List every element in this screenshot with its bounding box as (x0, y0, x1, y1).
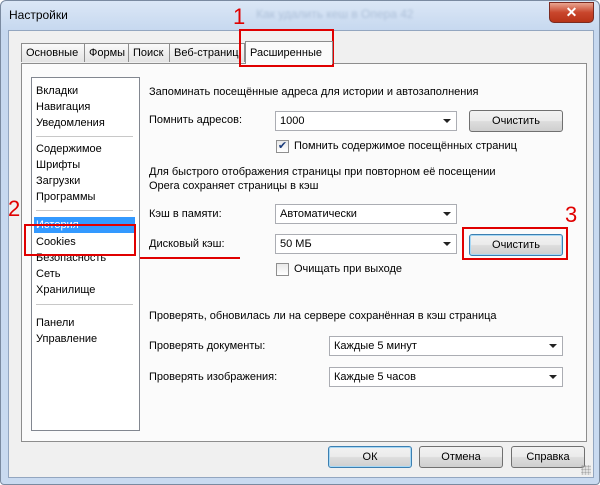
remember-addresses-label: Помнить адресов: (149, 114, 243, 126)
close-icon: ✕ (565, 4, 578, 20)
window-title: Настройки (9, 8, 68, 22)
annotation-number-3: 3 (565, 202, 578, 227)
annotation-box-history (24, 224, 136, 256)
check-images-label: Проверять изображения: (149, 371, 278, 383)
close-button[interactable]: ✕ (549, 2, 594, 23)
check-documents-label: Проверять документы: (149, 340, 266, 352)
tab-basic[interactable]: Основные (21, 43, 85, 62)
check-documents-select[interactable]: Каждые 5 минут (329, 336, 563, 356)
help-button[interactable]: Справка (511, 446, 585, 468)
annotation-box-clear-button (462, 227, 568, 260)
cache-heading-line2: Opera сохраняет страницы в кэш (149, 180, 319, 192)
remember-content-checkbox[interactable]: ✔ (276, 140, 289, 153)
sidebar-separator (36, 136, 133, 137)
check-images-select[interactable]: Каждые 5 часов (329, 367, 563, 387)
sidebar-item-programs[interactable]: Программы (34, 189, 135, 205)
sidebar-item-management[interactable]: Управление (34, 331, 135, 347)
resize-grip-icon[interactable] (581, 465, 591, 475)
sidebar-item-panels[interactable]: Панели (34, 315, 135, 331)
annotation-number-2: 2 (8, 196, 21, 221)
ok-button[interactable]: ОК (328, 446, 412, 468)
sidebar-separator (36, 210, 133, 211)
clear-history-button[interactable]: Очистить (469, 110, 563, 132)
sidebar-item-storage[interactable]: Хранилище (34, 282, 135, 298)
title-bar[interactable]: Настройки Как удалить кеш в Опера 42 ✕ (1, 1, 599, 31)
history-heading: Запоминать посещённые адреса для истории… (149, 86, 479, 98)
remember-addresses-value: 1000 (280, 115, 305, 127)
cache-heading-line1: Для быстрого отображения страницы при по… (149, 166, 496, 178)
chevron-down-icon (443, 119, 451, 123)
blurred-watermark-text: Как удалить кеш в Опера 42 (256, 7, 414, 21)
clear-on-exit-checkbox[interactable] (276, 263, 289, 276)
memory-cache-label: Кэш в памяти: (149, 208, 222, 220)
checkmark-icon: ✔ (277, 140, 288, 152)
tab-search[interactable]: Поиск (128, 43, 170, 62)
sidebar-item-downloads[interactable]: Загрузки (34, 173, 135, 189)
sidebar-item-network[interactable]: Сеть (34, 266, 135, 282)
disk-cache-label: Дисковый кэш: (149, 238, 225, 250)
tab-advanced[interactable]: Расширенные (245, 41, 333, 64)
sidebar-item-content[interactable]: Содержимое (34, 141, 135, 157)
disk-cache-value: 50 МБ (280, 238, 312, 250)
cancel-button[interactable]: Отмена (419, 446, 503, 468)
chevron-down-icon (443, 212, 451, 216)
sidebar-item-navigation[interactable]: Навигация (34, 99, 135, 115)
chevron-down-icon (549, 344, 557, 348)
remember-addresses-select[interactable]: 1000 (275, 111, 457, 131)
memory-cache-value: Автоматически (280, 208, 357, 220)
check-images-value: Каждые 5 часов (334, 371, 416, 383)
clear-on-exit-label: Очищать при выходе (294, 263, 402, 275)
tab-forms[interactable]: Формы (84, 43, 129, 62)
remember-content-label: Помнить содержимое посещённых страниц (294, 140, 517, 152)
annotation-underline-disk-cache (140, 257, 240, 259)
annotation-number-1: 1 (233, 4, 246, 29)
check-heading: Проверять, обновилась ли на сервере сохр… (149, 310, 497, 322)
chevron-down-icon (549, 375, 557, 379)
check-documents-value: Каждые 5 минут (334, 340, 417, 352)
sidebar-item-notifications[interactable]: Уведомления (34, 115, 135, 131)
sidebar-separator (36, 304, 133, 305)
memory-cache-select[interactable]: Автоматически (275, 204, 457, 224)
disk-cache-select[interactable]: 50 МБ (275, 234, 457, 254)
sidebar-item-tabs[interactable]: Вкладки (34, 83, 135, 99)
sidebar-item-fonts[interactable]: Шрифты (34, 157, 135, 173)
chevron-down-icon (443, 242, 451, 246)
tab-webpages[interactable]: Веб-страниц (169, 43, 245, 62)
